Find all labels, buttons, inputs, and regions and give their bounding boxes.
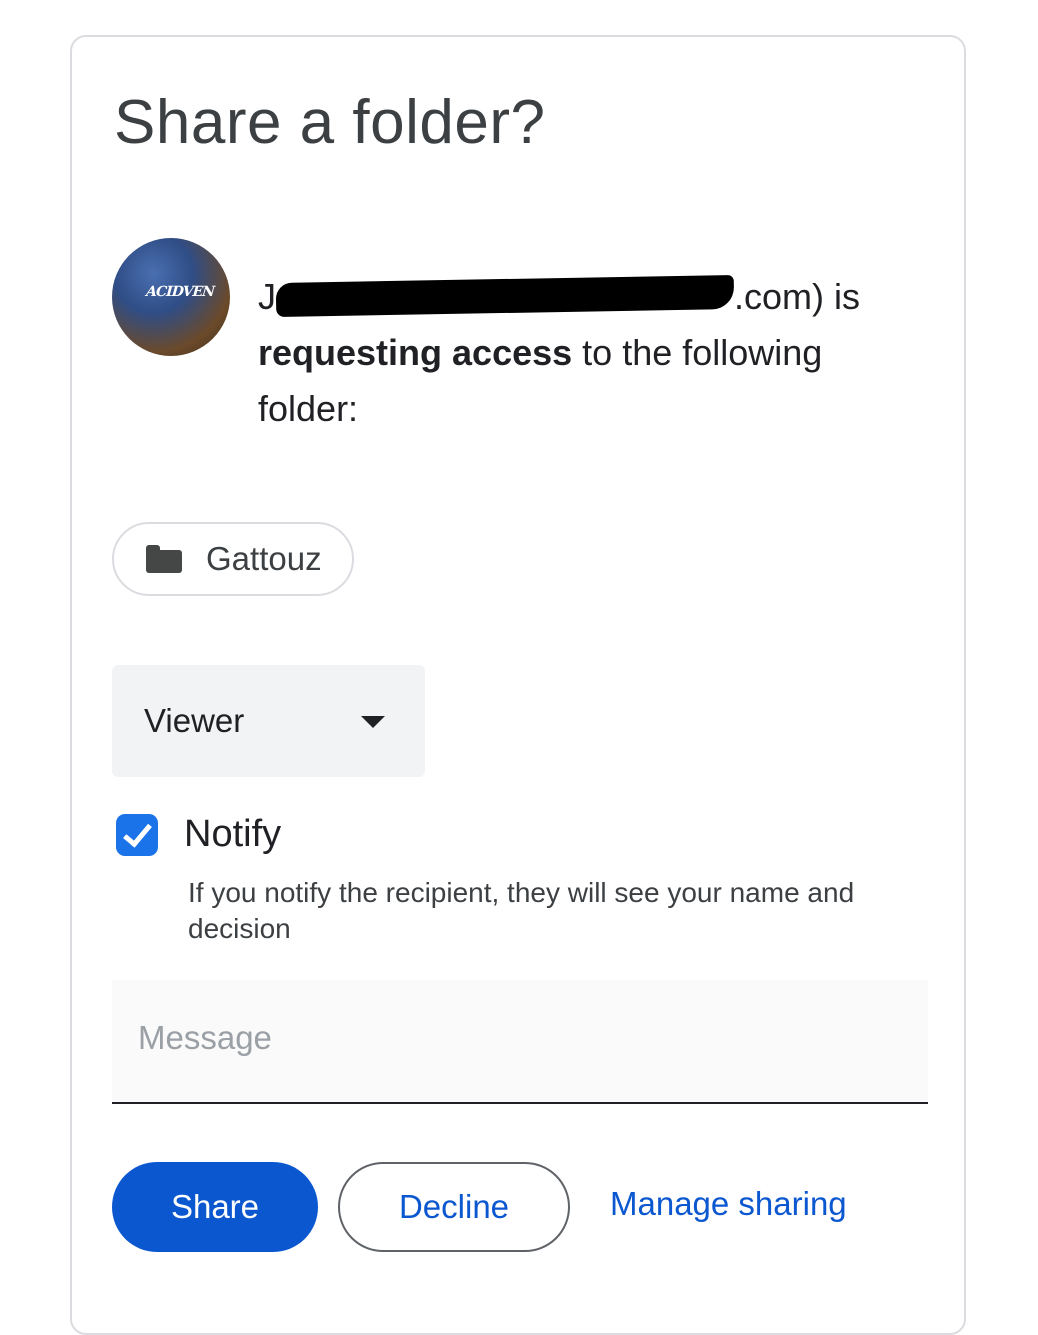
- requester-name-prefix: J: [258, 276, 276, 317]
- notify-checkbox[interactable]: [116, 813, 158, 856]
- dialog-title: Share a folder?: [114, 88, 546, 157]
- folder-chip[interactable]: Gattouz: [112, 522, 354, 596]
- message-input[interactable]: [136, 1018, 900, 1058]
- role-dropdown[interactable]: Viewer: [112, 665, 425, 777]
- role-selected-value: Viewer: [144, 702, 245, 739]
- caret-down-icon: [361, 716, 385, 728]
- notify-label: Notify: [184, 813, 282, 855]
- notify-hint: If you notify the recipient, they will s…: [188, 877, 855, 944]
- share-request-dialog: Share a folder? ACIDVEN J .com) is reques…: [70, 35, 966, 1335]
- avatar-logo: ACIDVEN: [143, 284, 216, 300]
- share-button[interactable]: Share: [112, 1162, 318, 1252]
- requester-email-suffix: .com) is: [734, 276, 860, 317]
- manage-sharing-link[interactable]: Manage sharing: [610, 1185, 847, 1223]
- requester-avatar: ACIDVEN: [112, 238, 230, 356]
- folder-name: Gattouz: [206, 540, 322, 577]
- redacted-email-block: [275, 275, 735, 317]
- notify-row[interactable]: Notify: [116, 813, 281, 856]
- decline-button[interactable]: Decline: [338, 1162, 570, 1252]
- message-field-container: [112, 980, 928, 1104]
- request-message: J .com) is requesting access to the follo…: [258, 269, 898, 437]
- folder-icon: [146, 545, 182, 573]
- requesting-access-bold: requesting access: [258, 332, 573, 373]
